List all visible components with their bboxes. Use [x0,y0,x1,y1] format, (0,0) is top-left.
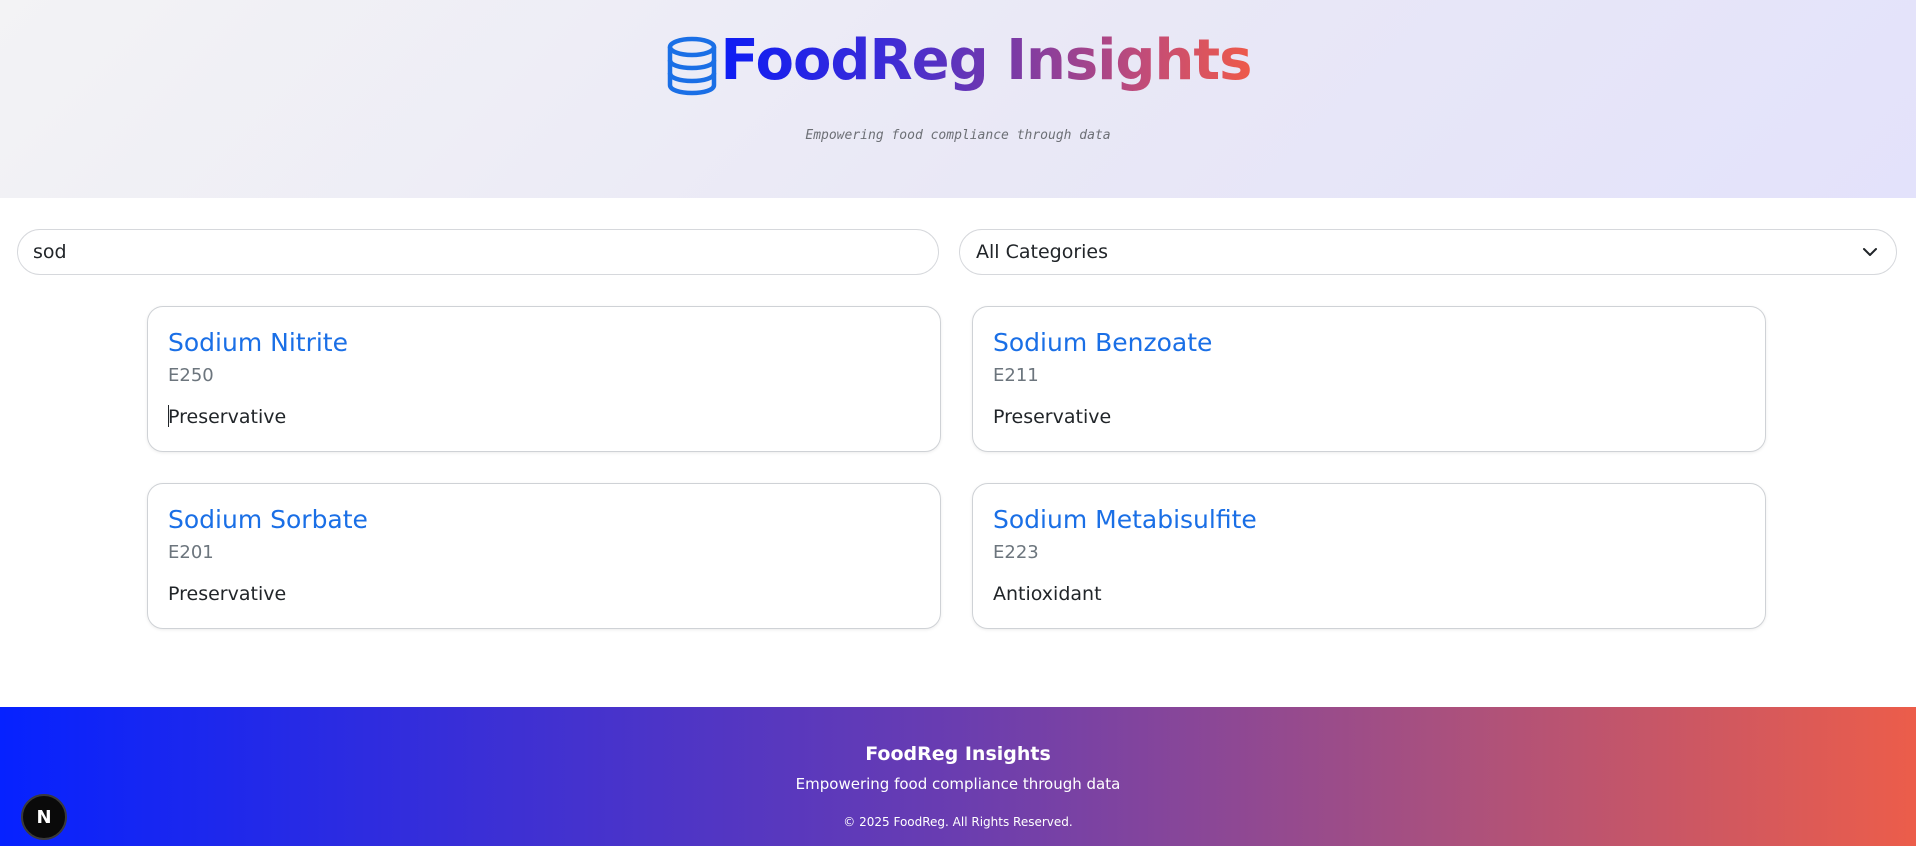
search-input[interactable]: sod [17,229,939,275]
chevron-down-icon [1863,248,1877,256]
brand-title: FoodReg Insights [721,25,1253,97]
database-icon [667,36,716,96]
dev-tools-badge[interactable]: N [21,794,67,840]
footer-title: FoodReg Insights [865,743,1051,765]
additive-card[interactable]: Sodium Sorbate E201 Preservative [147,483,941,629]
additive-card[interactable]: Sodium Metabisulfite E223 Antioxidant [972,483,1766,629]
additive-category: Preservative [168,406,287,428]
brand: FoodReg Insights [0,24,1916,98]
search-input-value: sod [33,241,67,263]
additive-category: Antioxidant [993,583,1102,605]
category-select[interactable]: All Categories [959,229,1897,275]
additive-category: Preservative [993,406,1112,428]
page-footer: FoodReg Insights Empowering food complia… [0,707,1916,846]
header-tagline: Empowering food compliance through data [805,128,1111,143]
additive-code: E223 [993,542,1039,563]
additive-name[interactable]: Sodium Nitrite [168,327,920,359]
additive-name[interactable]: Sodium Metabisulfite [993,504,1745,536]
additive-name[interactable]: Sodium Sorbate [168,504,920,536]
additive-name[interactable]: Sodium Benzoate [993,327,1745,359]
page-header: FoodReg Insights Empowering food complia… [0,0,1916,198]
additive-code: E201 [168,542,214,563]
additive-category-row: Preservative [168,405,920,429]
additive-code: E211 [993,365,1039,386]
footer-tagline: Empowering food compliance through data [795,775,1121,793]
additive-card[interactable]: Sodium Benzoate E211 Preservative [972,306,1766,452]
additive-category: Preservative [168,583,287,605]
additive-code: E250 [168,365,214,386]
footer-copyright: © 2025 FoodReg. All Rights Reserved. [843,815,1073,829]
category-select-value: All Categories [976,241,1109,263]
additive-card[interactable]: Sodium Nitrite E250 Preservative [147,306,941,452]
